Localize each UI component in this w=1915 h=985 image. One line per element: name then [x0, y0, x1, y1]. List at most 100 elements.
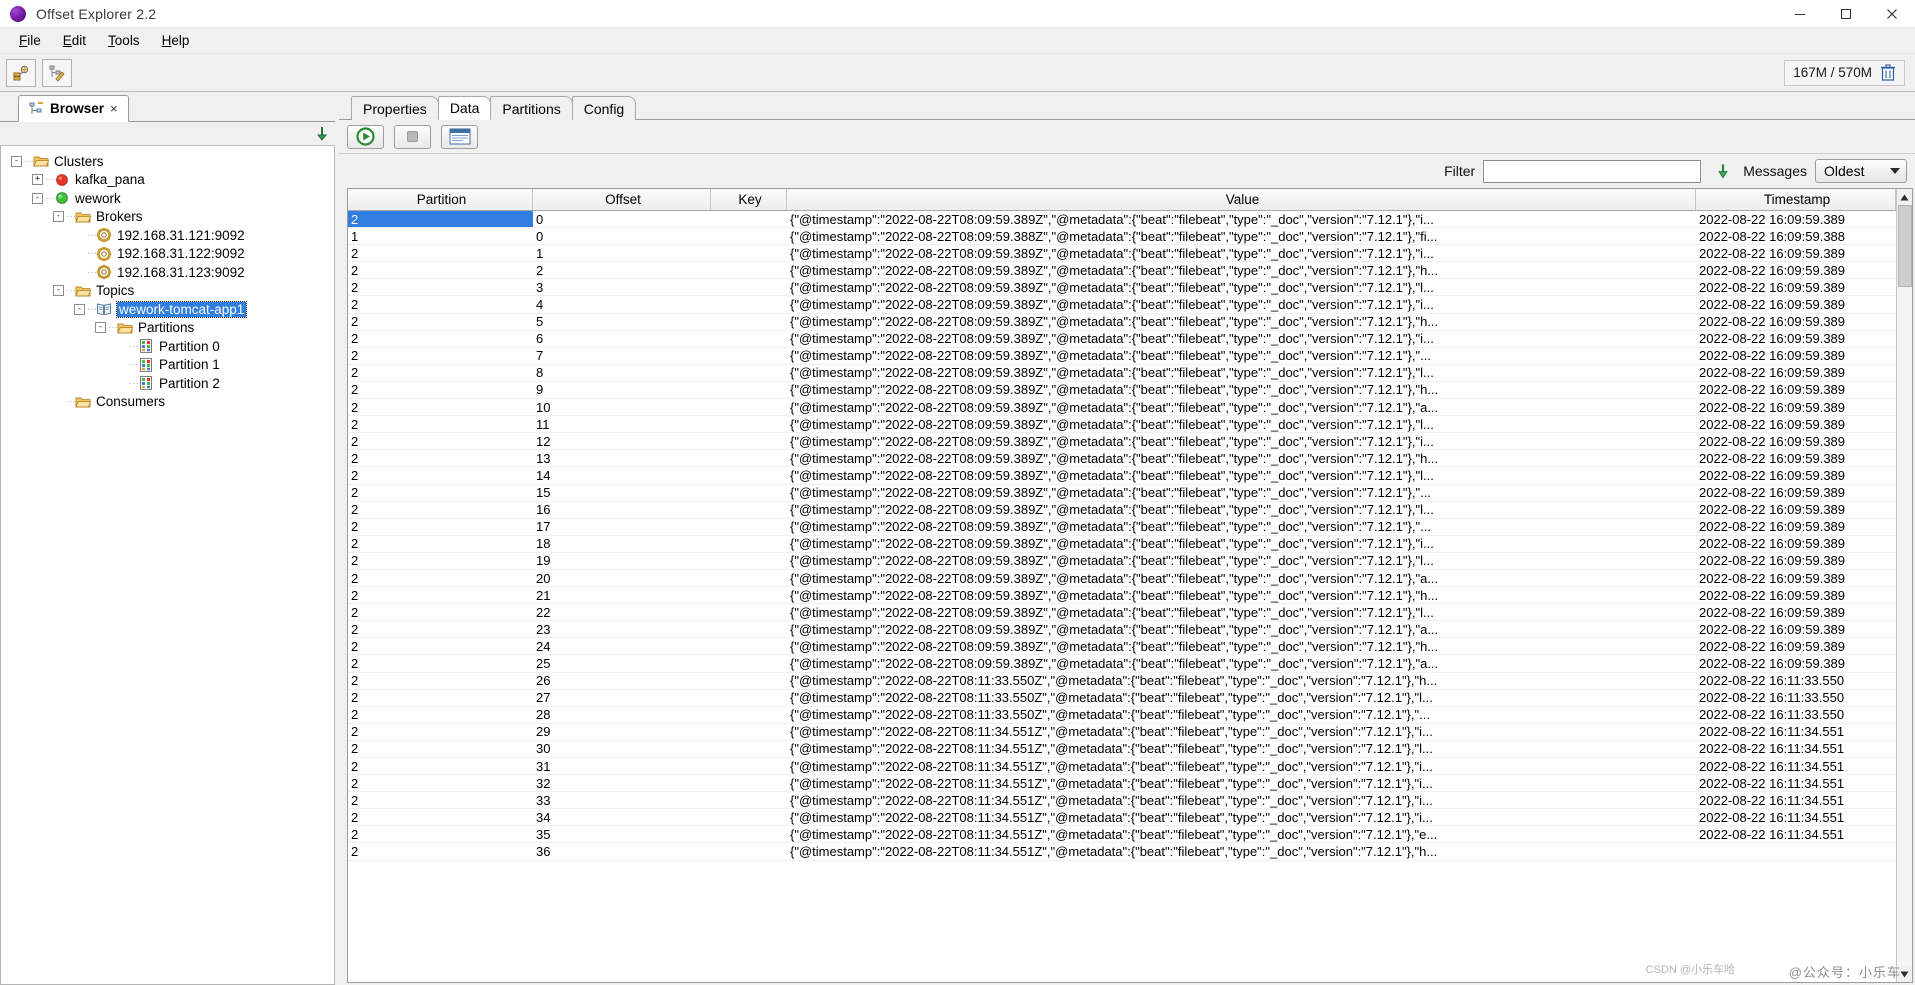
tab-properties[interactable]: Properties — [351, 96, 439, 120]
tab-config[interactable]: Config — [571, 96, 637, 120]
column-header-timestamp[interactable]: Timestamp — [1696, 189, 1896, 210]
run-button[interactable] — [347, 124, 384, 149]
add-cluster-button[interactable] — [6, 58, 36, 87]
table-row[interactable]: 2 22 {"@timestamp":"2022-08-22T08:09:59.38… — [348, 604, 1896, 622]
tree-item-192-168-31-122-9092[interactable]: ··· 192.168.31.122:9092 — [1, 245, 334, 264]
column-header-key[interactable]: Key — [711, 189, 787, 210]
tree-item-partition-2[interactable]: ··· Partition 2 — [1, 374, 334, 393]
trash-icon[interactable] — [1880, 64, 1896, 81]
scroll-thumb[interactable] — [1897, 205, 1912, 287]
column-header-partition[interactable]: Partition — [348, 189, 533, 210]
edit-cluster-button[interactable] — [42, 58, 72, 87]
table-row[interactable]: 2 35 {"@timestamp":"2022-08-22T08:11:34.55… — [348, 826, 1896, 844]
cell-timestamp: 2022-08-22 16:09:59.389 — [1699, 262, 1846, 278]
tree-collapse-icon[interactable]: - — [53, 211, 64, 223]
tab-partitions[interactable]: Partitions — [490, 96, 573, 120]
tree-item-192-168-31-123-9092[interactable]: ··· 192.168.31.123:9092 — [1, 263, 334, 282]
tree-collapse-icon[interactable]: - — [32, 192, 43, 204]
tree-item-clusters[interactable]: - ··· Clusters — [1, 152, 334, 171]
tab-browser[interactable]: Browser × — [18, 95, 129, 122]
table-row[interactable]: 2 7 {"@timestamp":"2022-08-22T08:09:59.389… — [348, 348, 1896, 365]
table-vertical-scrollbar[interactable] — [1896, 189, 1912, 982]
tree-collapse-icon[interactable]: - — [11, 155, 22, 167]
table-row[interactable]: 2 31 {"@timestamp":"2022-08-22T08:11:34.55… — [348, 758, 1896, 776]
tree-item-partition-1[interactable]: ··· Partition 1 — [1, 356, 334, 375]
scroll-down-button[interactable] — [1896, 966, 1912, 982]
menu-edit[interactable]: Edit — [52, 30, 97, 51]
menu-file[interactable]: File — [8, 30, 52, 51]
tree-item-topics[interactable]: - ··· Topics — [1, 282, 334, 301]
table-row[interactable]: 2 26 {"@timestamp":"2022-08-22T08:11:33.55… — [348, 673, 1896, 690]
table-row[interactable]: 2 9 {"@timestamp":"2022-08-22T08:09:59.389… — [348, 382, 1896, 400]
table-row[interactable]: 2 0 {"@timestamp":"2022-08-22T08:09:59.389… — [348, 211, 1896, 229]
cell-offset: 22 — [536, 604, 551, 620]
column-header-value[interactable]: Value — [787, 189, 1696, 210]
tree-item-partition-0[interactable]: ··· Partition 0 — [1, 337, 334, 356]
table-row[interactable]: 2 23 {"@timestamp":"2022-08-22T08:09:59.38… — [348, 621, 1896, 639]
table-row[interactable]: 2 19 {"@timestamp":"2022-08-22T08:09:59.38… — [348, 553, 1896, 570]
menu-help[interactable]: Help — [151, 30, 201, 51]
messages-order-select[interactable]: Oldest — [1815, 159, 1907, 183]
tree-item-wework-tomcat-app1[interactable]: - ··· wework-tomcat-app1 — [1, 300, 334, 319]
table-row[interactable]: 2 13 {"@timestamp":"2022-08-22T08:09:59.38… — [348, 450, 1896, 468]
table-row[interactable]: 2 29 {"@timestamp":"2022-08-22T08:11:34.55… — [348, 724, 1896, 741]
table-row[interactable]: 2 21 {"@timestamp":"2022-08-22T08:09:59.38… — [348, 587, 1896, 605]
tab-data[interactable]: Data — [437, 96, 492, 120]
menu-file-label: F — [19, 33, 28, 48]
tree-collapse-icon[interactable]: - — [53, 285, 64, 297]
table-row[interactable]: 2 4 {"@timestamp":"2022-08-22T08:09:59.389… — [348, 296, 1896, 314]
stop-button[interactable] — [394, 124, 431, 149]
pin-down-icon[interactable] — [315, 126, 329, 142]
table-row[interactable]: 2 34 {"@timestamp":"2022-08-22T08:11:34.55… — [348, 809, 1896, 827]
table-row[interactable]: 2 32 {"@timestamp":"2022-08-22T08:11:34.55… — [348, 775, 1896, 793]
tab-browser-close-icon[interactable]: × — [110, 101, 118, 116]
tree-item-wework[interactable]: - ··· wework — [1, 189, 334, 208]
cell-key — [711, 792, 787, 808]
table-row[interactable]: 2 27 {"@timestamp":"2022-08-22T08:11:33.55… — [348, 690, 1896, 707]
maximize-button[interactable] — [1823, 0, 1869, 28]
tree-collapse-icon[interactable]: - — [74, 303, 85, 315]
table-row[interactable]: 2 33 {"@timestamp":"2022-08-22T08:11:34.55… — [348, 792, 1896, 810]
table-row[interactable]: 2 12 {"@timestamp":"2022-08-22T08:09:59.38… — [348, 433, 1896, 451]
tree-expand-icon[interactable]: + — [32, 174, 43, 186]
cluster-tree[interactable]: - ··· Clusters + ··· kafka_pana - ··· wework - ···… — [0, 146, 335, 985]
table-row[interactable]: 2 15 {"@timestamp":"2022-08-22T08:09:59.38… — [348, 485, 1896, 502]
table-row[interactable]: 2 2 {"@timestamp":"2022-08-22T08:09:59.389… — [348, 262, 1896, 280]
app-logo-icon — [8, 4, 28, 24]
table-row[interactable]: 1 0 {"@timestamp":"2022-08-22T08:09:59.388… — [348, 228, 1896, 246]
column-header-offset[interactable]: Offset — [533, 189, 711, 210]
table-row[interactable]: 2 11 {"@timestamp":"2022-08-22T08:09:59.38… — [348, 416, 1896, 434]
table-row[interactable]: 2 14 {"@timestamp":"2022-08-22T08:09:59.38… — [348, 467, 1896, 485]
tree-item-192-168-31-121-9092[interactable]: ··· 192.168.31.121:9092 — [1, 226, 334, 245]
table-row[interactable]: 2 5 {"@timestamp":"2022-08-22T08:09:59.389… — [348, 314, 1896, 331]
table-row[interactable]: 2 18 {"@timestamp":"2022-08-22T08:09:59.38… — [348, 536, 1896, 553]
green-down-arrow-icon[interactable] — [1715, 162, 1731, 180]
table-row[interactable]: 2 16 {"@timestamp":"2022-08-22T08:09:59.38… — [348, 502, 1896, 519]
table-row[interactable]: 2 25 {"@timestamp":"2022-08-22T08:09:59.38… — [348, 655, 1896, 673]
table-row[interactable]: 2 1 {"@timestamp":"2022-08-22T08:09:59.389… — [348, 245, 1896, 263]
filter-input[interactable] — [1483, 159, 1702, 183]
tree-collapse-icon[interactable]: - — [95, 322, 106, 334]
view-button[interactable] — [441, 124, 478, 149]
tree-item-partitions[interactable]: - ··· Partitions — [1, 319, 334, 338]
table-row[interactable]: 2 17 {"@timestamp":"2022-08-22T08:09:59.38… — [348, 519, 1896, 536]
minimize-button[interactable] — [1777, 0, 1823, 28]
table-row[interactable]: 2 36 {"@timestamp":"2022-08-22T08:11:34.55… — [348, 843, 1896, 861]
menu-tools[interactable]: Tools — [97, 30, 151, 51]
tree-item-brokers[interactable]: - ··· Brokers — [1, 208, 334, 227]
table-row[interactable]: 2 10 {"@timestamp":"2022-08-22T08:09:59.38… — [348, 399, 1896, 417]
table-body[interactable]: 2 0 {"@timestamp":"2022-08-22T08:09:59.389… — [348, 211, 1896, 982]
tree-item-consumers[interactable]: ··· Consumers — [1, 393, 334, 412]
table-row[interactable]: 2 24 {"@timestamp":"2022-08-22T08:09:59.38… — [348, 638, 1896, 656]
table-row[interactable]: 2 30 {"@timestamp":"2022-08-22T08:11:34.55… — [348, 741, 1896, 758]
table-row[interactable]: 2 28 {"@timestamp":"2022-08-22T08:11:33.55… — [348, 707, 1896, 724]
scroll-up-button[interactable] — [1896, 189, 1912, 205]
scroll-track[interactable] — [1896, 205, 1912, 966]
table-row[interactable]: 2 6 {"@timestamp":"2022-08-22T08:09:59.389… — [348, 331, 1896, 348]
close-button[interactable] — [1869, 0, 1915, 28]
memory-indicator[interactable]: 167M / 570M — [1784, 59, 1905, 86]
tree-item-kafka-pana[interactable]: + ··· kafka_pana — [1, 171, 334, 190]
table-row[interactable]: 2 3 {"@timestamp":"2022-08-22T08:09:59.389… — [348, 279, 1896, 297]
table-row[interactable]: 2 8 {"@timestamp":"2022-08-22T08:09:59.389… — [348, 365, 1896, 382]
table-row[interactable]: 2 20 {"@timestamp":"2022-08-22T08:09:59.38… — [348, 570, 1896, 588]
